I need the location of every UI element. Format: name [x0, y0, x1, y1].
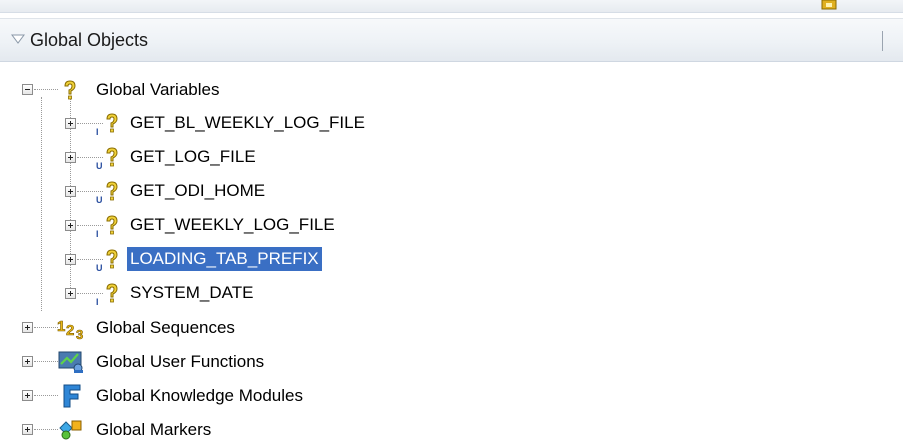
tree-node-variable[interactable]: U GET_ODI_HOME	[0, 174, 460, 208]
tree-connector	[34, 395, 58, 397]
sequence-icon: 1 2 3	[57, 318, 84, 340]
tree-node-global-sequences[interactable]: 1 2 3 Global Sequences	[0, 311, 400, 345]
tree-node-label: SYSTEM_DATE	[130, 283, 254, 302]
tree-connector	[34, 327, 58, 329]
expand-toggle[interactable]	[22, 424, 33, 435]
variable-icon	[106, 113, 118, 133]
svg-text:3: 3	[76, 327, 83, 340]
tree-node-variable[interactable]: I SYSTEM_DATE	[0, 276, 460, 310]
variable-icon	[106, 249, 118, 269]
expand-toggle[interactable]	[65, 152, 76, 163]
user-function-icon	[58, 351, 83, 373]
variable-icon	[106, 215, 118, 235]
tree-node-global-knowledge-modules[interactable]: Global Knowledge Modules	[0, 379, 420, 413]
svg-text:2: 2	[66, 322, 74, 339]
section-title: Global Objects	[30, 30, 149, 50]
svg-text:1: 1	[57, 318, 65, 335]
tree-connector	[34, 361, 58, 363]
variable-type-badge: I	[96, 297, 99, 307]
expand-toggle[interactable]	[65, 254, 76, 265]
variable-icon	[106, 283, 118, 303]
variable-icon	[106, 147, 118, 167]
top-toolbar-strip	[0, 0, 903, 13]
tree-node-label: Global Sequences	[96, 318, 235, 337]
tree-node-label: Global Markers	[96, 420, 212, 439]
tree-connector	[77, 225, 103, 227]
tree-connector	[77, 293, 103, 295]
expand-toggle[interactable]	[22, 356, 33, 367]
expand-toggle[interactable]	[22, 390, 33, 401]
expand-toggle[interactable]	[65, 186, 76, 197]
tree-node-global-user-functions[interactable]: Global User Functions	[0, 345, 400, 379]
tree-node-label: GET_LOG_FILE	[130, 147, 256, 166]
global-objects-tree: Global Variables I GET_BL_WEEKLY_LOG_FIL…	[0, 62, 903, 442]
global-objects-header[interactable]: Global Objects	[0, 18, 903, 62]
tree-node-variable[interactable]: U GET_LOG_FILE	[0, 140, 460, 174]
tree-node-label: LOADING_TAB_PREFIX	[127, 247, 322, 271]
variable-type-badge: I	[96, 127, 99, 137]
key-icon	[821, 0, 837, 10]
tree-node-variable[interactable]: I GET_BL_WEEKLY_LOG_FILE	[0, 106, 460, 140]
header-separator	[882, 31, 883, 51]
variable-type-badge: I	[96, 229, 99, 239]
tree-node-label: GET_ODI_HOME	[130, 181, 266, 200]
expand-toggle[interactable]	[65, 118, 76, 129]
tree-connector	[77, 259, 103, 261]
tree-node-variable[interactable]: I GET_WEEKLY_LOG_FILE	[0, 208, 460, 242]
tree-node-label: GET_BL_WEEKLY_LOG_FILE	[130, 113, 365, 132]
markers-icon	[59, 420, 82, 440]
knowledge-module-icon	[63, 384, 81, 408]
tree-node-label: Global Variables	[96, 80, 220, 99]
tree-node-variable-selected[interactable]: U LOADING_TAB_PREFIX	[0, 242, 460, 276]
tree-node-label: GET_WEEKLY_LOG_FILE	[130, 215, 335, 234]
tree-connector	[34, 89, 58, 91]
collapse-toggle[interactable]	[22, 84, 33, 95]
tree-connector	[34, 429, 58, 431]
expand-toggle[interactable]	[65, 220, 76, 231]
tree-connector	[77, 157, 103, 159]
expand-toggle[interactable]	[65, 288, 76, 299]
variable-icon	[64, 80, 76, 100]
tree-connector	[77, 123, 103, 125]
tree-connector	[77, 191, 103, 193]
variable-icon	[106, 181, 118, 201]
tree-node-global-variables[interactable]: Global Variables	[0, 73, 400, 107]
tree-node-label: Global User Functions	[96, 352, 265, 371]
tree-node-label: Global Knowledge Modules	[96, 386, 303, 405]
collapse-triangle-icon[interactable]	[11, 33, 25, 45]
expand-toggle[interactable]	[22, 322, 33, 333]
